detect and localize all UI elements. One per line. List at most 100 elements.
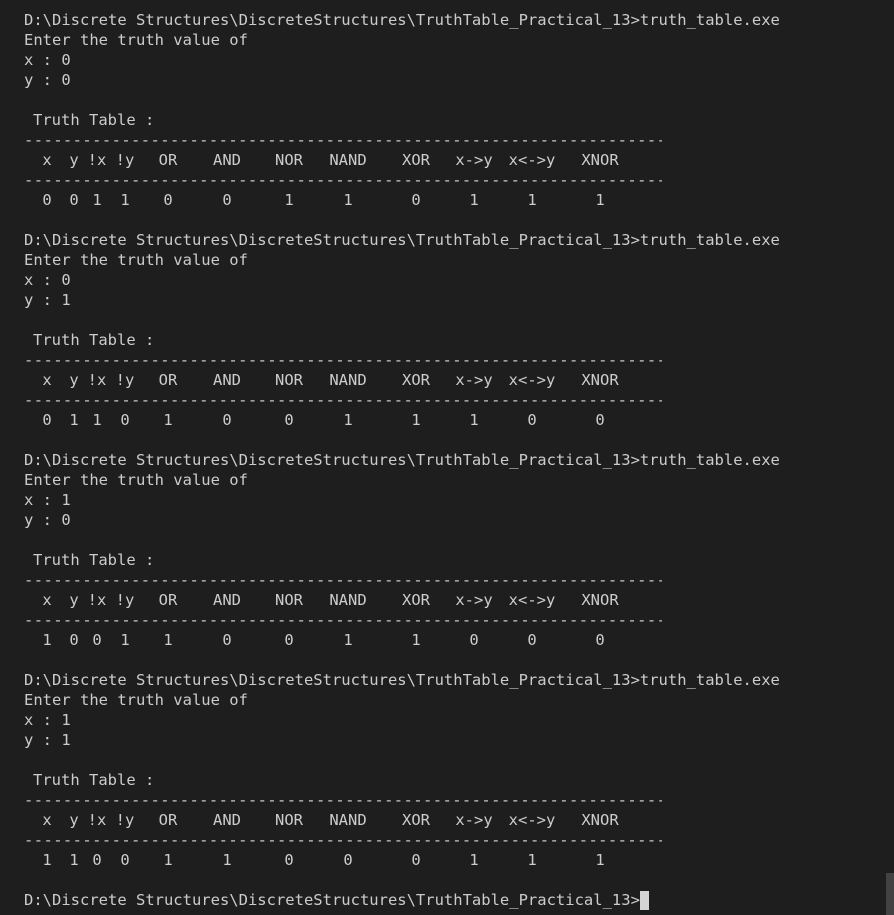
enter-prompt: Enter the truth value of xyxy=(24,251,248,269)
table-header-cell: x->y xyxy=(455,591,493,609)
table-header-cell: !y xyxy=(115,151,135,169)
enter-prompt: Enter the truth value of xyxy=(24,471,248,489)
table-header-cell: NAND xyxy=(329,371,367,389)
table-header-cell: x<->y xyxy=(508,591,556,609)
table-header-cell: !x xyxy=(87,371,107,389)
table-separator: ----------------------------------------… xyxy=(24,171,662,189)
table-header-cell: NAND xyxy=(329,591,367,609)
table-value-cell: 0 xyxy=(527,631,537,649)
table-value-cell: 0 xyxy=(284,851,294,869)
table-value-cell: 1 xyxy=(163,411,173,429)
table-header-cell: XOR xyxy=(402,811,430,829)
table-value-cell: 0 xyxy=(42,411,52,429)
terminal-window[interactable]: D:\Discrete Structures\DiscreteStructure… xyxy=(0,0,894,915)
table-value-cell: 1 xyxy=(527,191,537,209)
table-value-cell: 0 xyxy=(527,411,537,429)
table-value-cell: 0 xyxy=(120,411,130,429)
x-input-line: x : 1 xyxy=(24,491,71,509)
table-value-cell: 0 xyxy=(120,851,130,869)
table-header-cell: XNOR xyxy=(581,811,619,829)
table-header-cell: x xyxy=(42,151,52,169)
table-header-cell: x<->y xyxy=(508,371,556,389)
table-header-cell: x xyxy=(42,371,52,389)
y-input-line: y : 1 xyxy=(24,291,71,309)
table-header-cell: !y xyxy=(115,811,135,829)
table-value-cell: 1 xyxy=(595,191,605,209)
table-header-cell: y xyxy=(69,151,79,169)
scrollbar-thumb[interactable] xyxy=(886,873,894,915)
table-header-cell: y xyxy=(69,811,79,829)
table-value-cell: 1 xyxy=(411,411,421,429)
table-value-cell: 1 xyxy=(120,191,130,209)
table-header-cell: XOR xyxy=(402,151,430,169)
table-separator: ----------------------------------------… xyxy=(24,391,662,409)
table-value-cell: 1 xyxy=(284,191,294,209)
truth-table-title: Truth Table : xyxy=(33,111,155,129)
truth-table-title: Truth Table : xyxy=(33,551,155,569)
table-separator: ----------------------------------------… xyxy=(24,571,662,589)
table-value-cell: 1 xyxy=(163,851,173,869)
table-value-cell: 1 xyxy=(411,631,421,649)
x-input-line: x : 0 xyxy=(24,271,71,289)
x-input-line: x : 0 xyxy=(24,51,71,69)
table-separator: ----------------------------------------… xyxy=(24,791,662,809)
table-header-cell: x->y xyxy=(455,371,493,389)
table-value-cell: 0 xyxy=(163,191,173,209)
table-value-cell: 0 xyxy=(69,191,79,209)
table-separator: ----------------------------------------… xyxy=(24,131,662,149)
table-value-cell: 0 xyxy=(92,851,102,869)
command-line: D:\Discrete Structures\DiscreteStructure… xyxy=(24,231,780,249)
enter-prompt: Enter the truth value of xyxy=(24,691,248,709)
table-header-cell: x->y xyxy=(455,151,493,169)
table-header-cell: OR xyxy=(158,811,178,829)
enter-prompt: Enter the truth value of xyxy=(24,31,248,49)
table-header-cell: NOR xyxy=(275,591,303,609)
table-header-cell: XOR xyxy=(402,371,430,389)
table-header-cell: !y xyxy=(115,591,135,609)
table-separator: ----------------------------------------… xyxy=(24,611,662,629)
text-cursor xyxy=(639,891,649,910)
command-line: D:\Discrete Structures\DiscreteStructure… xyxy=(24,11,780,29)
table-value-cell: 1 xyxy=(120,631,130,649)
table-value-cell: 1 xyxy=(343,411,353,429)
table-value-cell: 1 xyxy=(527,851,537,869)
table-value-cell: 0 xyxy=(284,631,294,649)
table-value-cell: 0 xyxy=(222,411,232,429)
table-header-cell: AND xyxy=(213,371,241,389)
table-header-cell: !y xyxy=(115,371,135,389)
table-header-cell: NOR xyxy=(275,371,303,389)
table-header-cell: XNOR xyxy=(581,151,619,169)
y-input-line: y : 1 xyxy=(24,731,71,749)
y-input-line: y : 0 xyxy=(24,511,71,529)
table-value-cell: 0 xyxy=(595,631,605,649)
table-value-cell: 0 xyxy=(411,851,421,869)
table-value-cell: 1 xyxy=(42,851,52,869)
table-value-cell: 1 xyxy=(343,191,353,209)
final-prompt-line: D:\Discrete Structures\DiscreteStructure… xyxy=(24,891,640,909)
table-header-cell: !x xyxy=(87,811,107,829)
table-header-cell: x<->y xyxy=(508,811,556,829)
table-value-cell: 1 xyxy=(42,631,52,649)
table-value-cell: 1 xyxy=(163,631,173,649)
command-line: D:\Discrete Structures\DiscreteStructure… xyxy=(24,451,780,469)
table-header-cell: XNOR xyxy=(581,591,619,609)
table-header-cell: x xyxy=(42,811,52,829)
truth-table-title: Truth Table : xyxy=(33,771,155,789)
table-header-cell: !x xyxy=(87,591,107,609)
table-header-cell: x<->y xyxy=(508,151,556,169)
table-header-cell: AND xyxy=(213,591,241,609)
table-value-cell: 1 xyxy=(595,851,605,869)
table-value-cell: 0 xyxy=(42,191,52,209)
table-header-cell: !x xyxy=(87,151,107,169)
table-value-cell: 0 xyxy=(469,631,479,649)
table-header-cell: XNOR xyxy=(581,371,619,389)
table-value-cell: 1 xyxy=(92,411,102,429)
table-value-cell: 1 xyxy=(343,631,353,649)
table-header-cell: AND xyxy=(213,151,241,169)
table-header-cell: y xyxy=(69,371,79,389)
table-header-cell: XOR xyxy=(402,591,430,609)
command-line: D:\Discrete Structures\DiscreteStructure… xyxy=(24,671,780,689)
table-value-cell: 0 xyxy=(222,191,232,209)
table-value-cell: 0 xyxy=(222,631,232,649)
table-value-cell: 0 xyxy=(92,631,102,649)
